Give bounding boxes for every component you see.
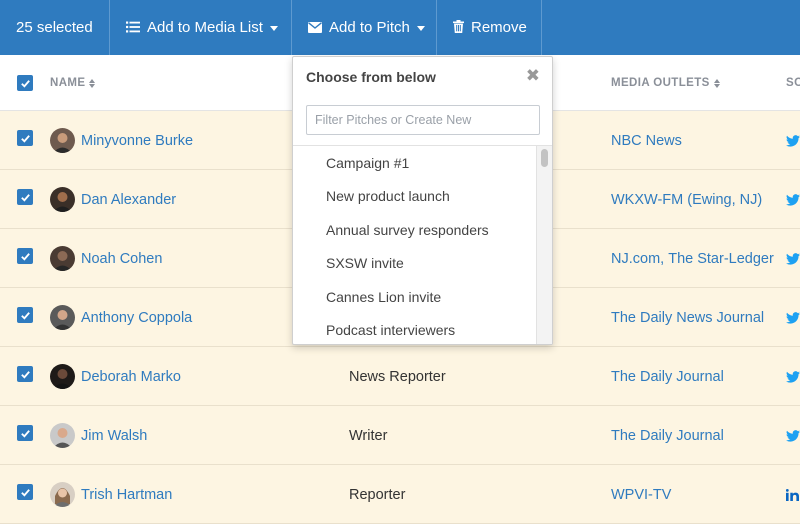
media-outlet: The Daily Journal [611,347,724,406]
avatar [50,246,75,271]
twitter-icon[interactable] [786,229,800,288]
table-row[interactable]: Trish Hartman Reporter WPVI-TV [0,465,800,524]
contact-name[interactable]: Dan Alexander [81,170,176,229]
add-to-media-list-button[interactable]: Add to Media List [110,0,292,55]
table-row[interactable]: Jim Walsh Writer The Daily Journal [0,406,800,465]
select-all-checkbox[interactable] [17,75,33,91]
contact-name[interactable]: Minyvonne Burke [81,111,193,170]
scrollbar-thumb[interactable] [541,149,548,167]
row-checkbox[interactable] [17,189,33,205]
column-header-social-label: SO [786,77,800,89]
twitter-icon[interactable] [786,288,800,347]
avatar [50,364,75,389]
twitter-icon[interactable] [786,347,800,406]
pitch-filter-input[interactable] [306,105,540,135]
row-checkbox[interactable] [17,248,33,264]
bulk-action-toolbar: 25 selected Add to Media List Add to Pit… [0,0,800,55]
row-checkbox[interactable] [17,484,33,500]
media-outlet-link[interactable]: The Daily Journal [611,428,724,444]
media-outlet-link[interactable]: The Daily Journal [611,369,724,385]
contact-name[interactable]: Jim Walsh [81,406,147,465]
checkmark-icon [20,370,30,379]
remove-label: Remove [471,19,527,36]
selected-count: 25 selected [0,0,110,55]
media-outlet: The Daily News Journal [611,288,764,347]
column-header-name-label: NAME [50,77,86,89]
column-header-social[interactable]: SO [786,55,800,111]
row-checkbox[interactable] [17,366,33,382]
media-outlet: NJ.com, The Star-Ledger [611,229,774,288]
column-header-name[interactable]: NAME [50,55,96,111]
media-outlet-link[interactable]: NJ.com [611,251,660,267]
media-outlet-link[interactable]: WPVI-TV [611,487,671,503]
envelope-icon [308,20,322,36]
twitter-icon[interactable] [786,111,800,170]
checkmark-icon [20,193,30,202]
chevron-down-icon [269,25,278,31]
twitter-icon[interactable] [786,170,800,229]
pitch-option[interactable]: Campaign #1 [293,146,552,180]
pitch-option[interactable]: SXSW invite [293,247,552,281]
table-row[interactable]: Deborah Marko News Reporter The Daily Jo… [0,347,800,406]
pitch-list: Campaign #1 New product launch Annual su… [293,145,552,344]
add-to-pitch-button[interactable]: Add to Pitch [292,0,437,55]
column-header-media-outlets[interactable]: MEDIA OUTLETS [611,55,720,111]
outlet-separator: , [660,250,669,267]
avatar [50,305,75,330]
avatar [50,128,75,153]
pitch-dropdown: Choose from below ✖ Campaign #1 New prod… [292,56,553,345]
contact-name[interactable]: Trish Hartman [81,465,172,524]
checkmark-icon [20,134,30,143]
media-outlet: The Daily Journal [611,406,724,465]
media-outlet-link[interactable]: WKXW-FM (Ewing, NJ) [611,192,762,208]
media-outlet-link[interactable]: The Star-Ledger [668,251,774,267]
chevron-down-icon [416,25,425,31]
contact-title: Reporter [349,486,406,503]
media-outlet-link[interactable]: NBC News [611,133,682,149]
pitch-option[interactable]: New product launch [293,180,552,214]
contact-title: News Reporter [349,368,446,385]
media-outlet: WKXW-FM (Ewing, NJ) [611,170,762,229]
add-to-pitch-label: Add to Pitch [329,19,410,36]
twitter-icon[interactable] [786,406,800,465]
dropdown-header: Choose from below [306,69,436,85]
row-checkbox[interactable] [17,307,33,323]
checkmark-icon [20,311,30,320]
pitch-list-scrollbar[interactable] [536,146,552,344]
column-header-media-outlets-label: MEDIA OUTLETS [611,77,710,89]
pitch-option[interactable]: Cannes Lion invite [293,280,552,314]
avatar [50,423,75,448]
sort-icon [713,78,720,88]
row-checkbox[interactable] [17,130,33,146]
close-icon[interactable]: ✖ [526,67,540,85]
row-checkbox[interactable] [17,425,33,441]
pitch-option[interactable]: Podcast interviewers [293,314,552,345]
trash-icon [453,19,464,36]
sort-icon [89,78,96,88]
media-outlet: WPVI-TV [611,465,671,524]
contact-name[interactable]: Anthony Coppola [81,288,192,347]
media-outlet-link[interactable]: The Daily News Journal [611,310,764,326]
list-icon [126,20,140,36]
pitch-option[interactable]: Annual survey responders [293,213,552,247]
remove-button[interactable]: Remove [437,0,542,55]
linkedin-icon[interactable] [786,465,799,524]
contact-name[interactable]: Noah Cohen [81,229,162,288]
checkmark-icon [20,488,30,497]
avatar [50,482,75,507]
contact-title: Writer [349,427,388,444]
media-outlet: NBC News [611,111,682,170]
checkmark-icon [20,252,30,261]
add-to-media-list-label: Add to Media List [147,19,263,36]
checkmark-icon [20,429,30,438]
checkmark-icon [20,79,30,88]
avatar [50,187,75,212]
contact-name[interactable]: Deborah Marko [81,347,181,406]
